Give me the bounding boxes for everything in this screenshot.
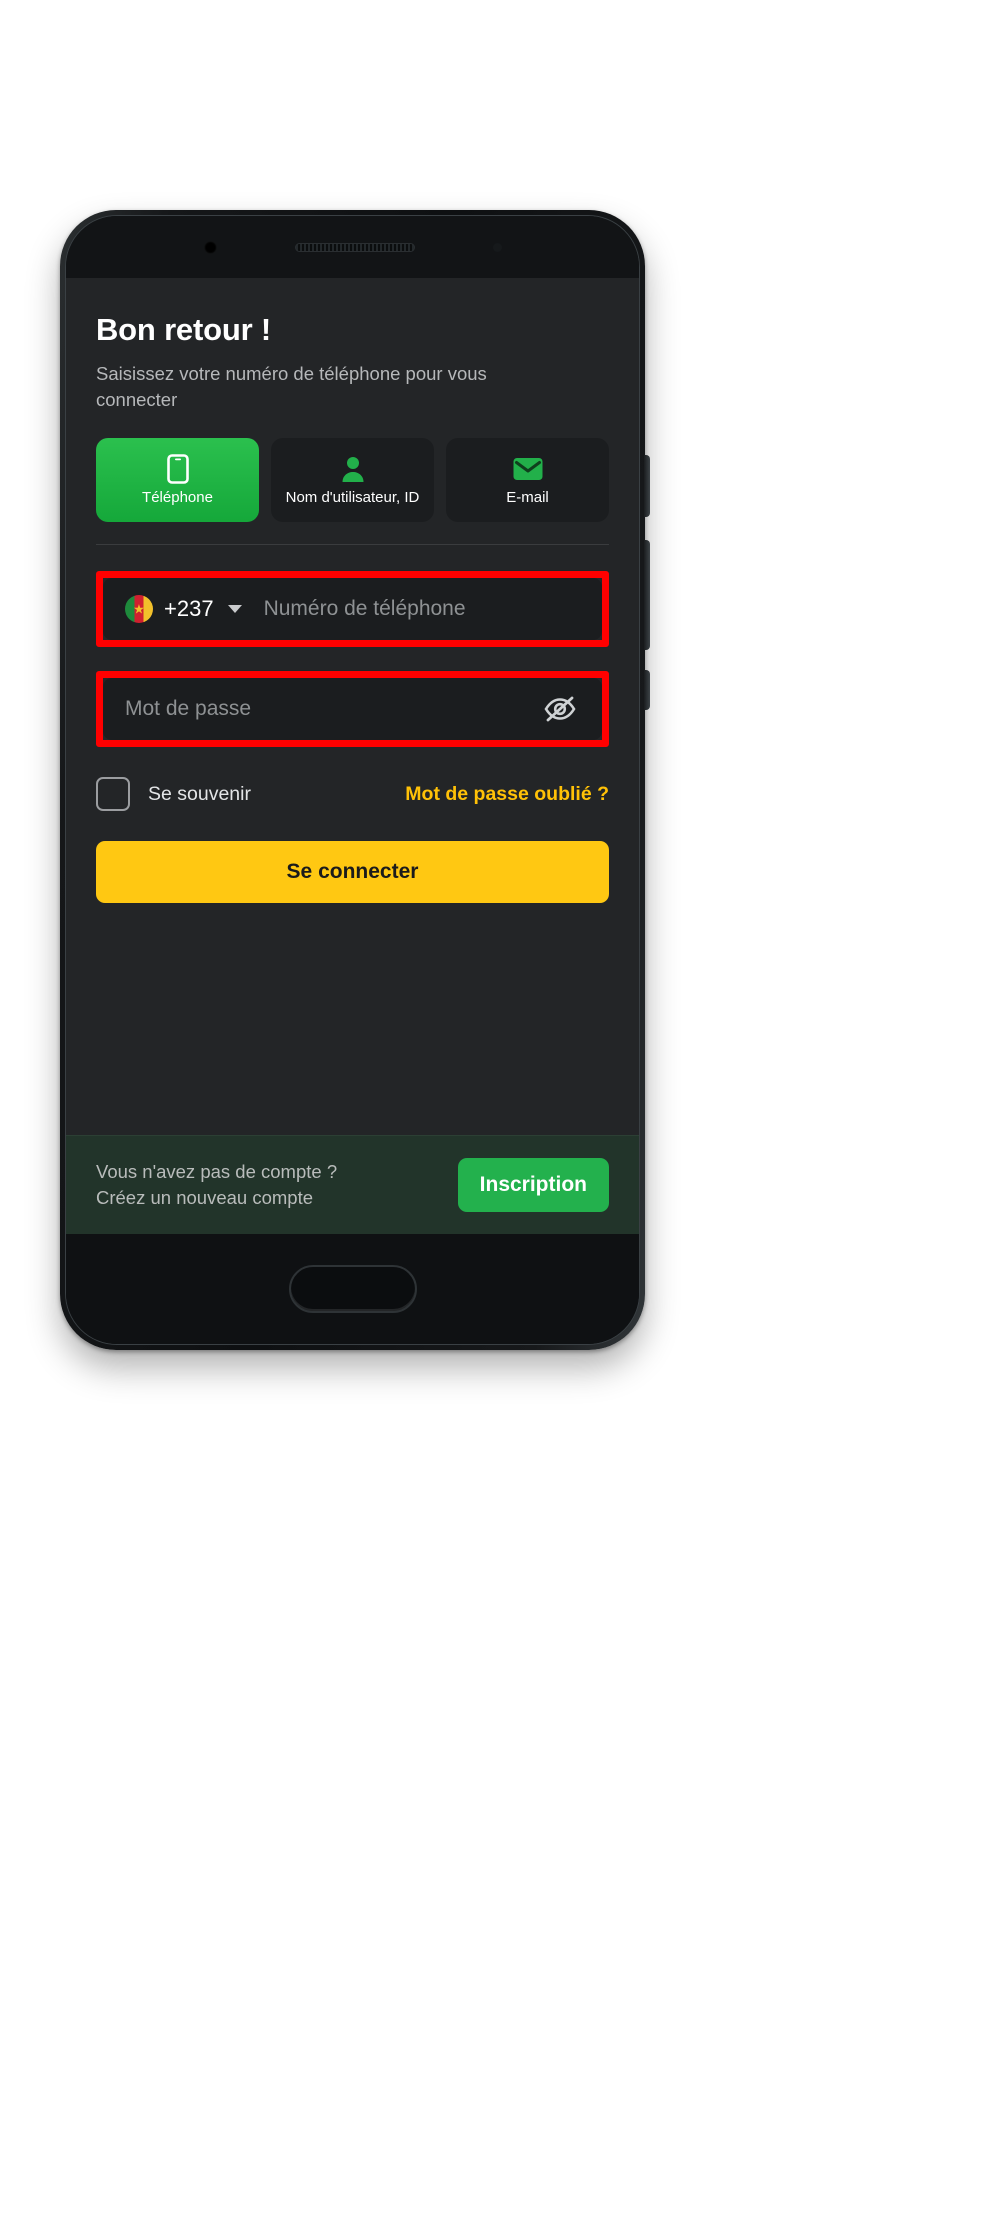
phone-number-input-placeholder[interactable]: Numéro de téléphone xyxy=(264,597,466,621)
phone-top-bezel xyxy=(66,216,639,278)
screenshot-canvas: Bon retour ! Saisissez votre numéro de t… xyxy=(0,0,1005,2233)
earpiece-speaker-icon xyxy=(294,242,415,252)
remember-me-row: Se souvenir Mot de passe oublié ? xyxy=(96,777,609,812)
eye-off-icon[interactable] xyxy=(540,689,580,729)
country-code-label: +237 xyxy=(164,596,214,622)
cameroon-flag-icon: ★ xyxy=(125,595,153,624)
login-button[interactable]: Se connecter xyxy=(96,841,609,904)
phone-bottom-bezel xyxy=(66,1234,639,1344)
flag-star-icon: ★ xyxy=(133,601,145,617)
password-input-placeholder[interactable]: Mot de passe xyxy=(125,697,540,721)
side-button-top[interactable] xyxy=(644,455,650,517)
password-field[interactable]: Mot de passe xyxy=(103,678,602,741)
remember-me-label: Se souvenir xyxy=(148,782,251,805)
front-camera-icon xyxy=(203,240,217,254)
proximity-sensor-icon xyxy=(492,242,502,252)
phone-number-field[interactable]: ★ +237 Numéro de téléphone xyxy=(103,578,602,641)
login-form-container: Bon retour ! Saisissez votre numéro de t… xyxy=(66,278,639,1135)
signup-prompt-line1: Vous n'avez pas de compte ? xyxy=(96,1161,338,1183)
tab-phone[interactable]: Téléphone xyxy=(96,438,259,523)
phone-screen-area: Bon retour ! Saisissez votre numéro de t… xyxy=(65,215,640,1345)
page-title: Bon retour ! xyxy=(96,312,271,347)
signup-prompt: Vous n'avez pas de compte ? Créez un nou… xyxy=(96,1159,444,1211)
tab-username-id-label: Nom d'utilisateur, ID xyxy=(285,488,420,506)
tab-phone-label: Téléphone xyxy=(142,488,213,506)
signup-button[interactable]: Inscription xyxy=(457,1158,609,1212)
password-field-highlight-box: Mot de passe xyxy=(96,671,609,748)
signup-bar: Vous n'avez pas de compte ? Créez un nou… xyxy=(66,1135,639,1234)
tab-email[interactable]: E-mail xyxy=(446,438,609,523)
forgot-password-link[interactable]: Mot de passe oublié ? xyxy=(405,783,609,806)
page-subtitle: Saisissez votre numéro de téléphone pour… xyxy=(96,363,487,410)
side-button-power[interactable] xyxy=(644,670,650,710)
login-method-tabs: Téléphone Nom d'utilisateur, ID E-mail xyxy=(96,438,609,523)
country-code-selector[interactable]: ★ +237 xyxy=(125,595,242,624)
home-button[interactable] xyxy=(288,1265,417,1313)
signup-prompt-line2: Créez un nouveau compte xyxy=(96,1187,313,1208)
envelope-icon xyxy=(513,454,543,484)
remember-me-checkbox[interactable] xyxy=(96,777,130,812)
tab-username-id[interactable]: Nom d'utilisateur, ID xyxy=(271,438,434,523)
app-screen: Bon retour ! Saisissez votre numéro de t… xyxy=(66,278,639,1234)
section-divider xyxy=(96,544,609,546)
phone-icon xyxy=(166,453,189,484)
side-button-volume[interactable] xyxy=(644,540,650,650)
tab-email-label: E-mail xyxy=(506,488,549,506)
user-icon xyxy=(340,454,366,484)
phone-device-frame: Bon retour ! Saisissez votre numéro de t… xyxy=(60,210,650,1350)
phone-field-highlight-box: ★ +237 Numéro de téléphone xyxy=(96,571,609,648)
chevron-down-icon[interactable] xyxy=(227,605,242,614)
